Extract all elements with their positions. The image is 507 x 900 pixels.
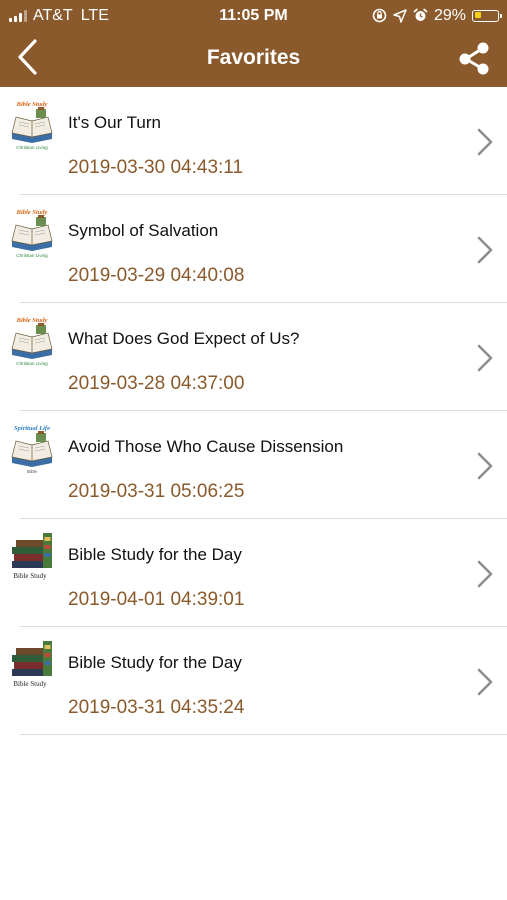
page-title: Favorites: [206, 46, 301, 69]
thumb-label-top: Spiritual Life: [14, 425, 50, 432]
battery-percentage: 29%: [433, 7, 466, 24]
thumb-label-top: Bible Study: [16, 209, 48, 216]
favorite-title: Symbol of Salvation: [68, 221, 219, 240]
chevron-left-icon: [18, 39, 37, 75]
chevron-right-icon: [477, 128, 493, 156]
thumb-label-bottom: Christian Living: [16, 145, 48, 150]
thumb-label-bottom: Bible Study: [13, 572, 47, 580]
favorite-title: Bible Study for the Day: [68, 545, 242, 564]
favorite-date: 2019-03-29 04:40:08: [68, 265, 245, 286]
favorite-title: Avoid Those Who Cause Dissension: [68, 437, 344, 456]
favorite-title: It's Our Turn: [68, 113, 161, 132]
favorite-list-item[interactable]: Bible Study Bible Study for the Day 2019…: [0, 627, 507, 735]
bible-study-christian-living-icon: Bible Study Christian Living: [8, 315, 56, 367]
favorite-date: 2019-03-31 05:06:25: [68, 481, 245, 502]
thumb-label-bottom: Christian Living: [16, 361, 48, 366]
thumb-label-top: Bible Study: [16, 317, 48, 324]
back-button[interactable]: [6, 35, 48, 79]
alarm-clock-icon: [413, 8, 428, 21]
favorite-list-item[interactable]: Bible Study Bible Study for the Day 2019…: [0, 519, 507, 627]
status-bar: AT&T LTE 11:05 PM 29%: [0, 0, 507, 31]
thumb-label-top: Bible Study: [16, 101, 48, 108]
share-button[interactable]: [453, 35, 497, 81]
favorites-screen: AT&T LTE 11:05 PM 29% Favorites Bible St…: [0, 0, 507, 900]
bible-study-christian-living-icon: Bible Study Christian Living: [8, 99, 56, 151]
favorite-date: 2019-03-30 04:43:11: [68, 157, 244, 178]
favorite-date: 2019-04-01 04:39:01: [68, 589, 245, 610]
battery-fill: [474, 12, 481, 18]
chevron-right-icon: [477, 344, 493, 372]
favorite-list-item[interactable]: Bible Study Christian Living What Does Go…: [0, 303, 507, 411]
status-right: 29%: [372, 0, 502, 31]
navigation-bar: Favorites: [0, 31, 507, 87]
row-divider: [20, 733, 507, 735]
stacked-books-bible-study-icon: Bible Study: [8, 531, 56, 583]
favorite-list-item[interactable]: Bible Study Christian Living Symbol of Sa…: [0, 195, 507, 303]
chevron-right-icon: [477, 452, 493, 480]
favorites-list: Bible Study Christian Living It's Our Tur…: [0, 87, 507, 735]
share-icon: [459, 42, 489, 75]
chevron-right-icon: [477, 560, 493, 588]
stacked-books-bible-study-icon: Bible Study: [8, 639, 56, 691]
favorite-title: What Does God Expect of Us?: [68, 329, 300, 348]
header: AT&T LTE 11:05 PM 29% Favorites: [0, 0, 507, 87]
thumb-label-bottom: Christian Living: [16, 253, 48, 258]
bible-study-christian-living-icon: Bible Study Christian Living: [8, 207, 56, 259]
screen-lock-icon: [372, 8, 387, 23]
thumb-label-bottom: Bible: [27, 469, 38, 474]
favorite-date: 2019-03-28 04:37:00: [68, 373, 245, 394]
thumb-label-bottom: Bible Study: [13, 680, 47, 688]
location-arrow-icon: [393, 8, 407, 23]
favorite-list-item[interactable]: Spiritual Life Bible Avoid Those Who Caus…: [0, 411, 507, 519]
favorite-date: 2019-03-31 04:35:24: [68, 697, 245, 718]
favorite-title: Bible Study for the Day: [68, 653, 242, 672]
chevron-right-icon: [477, 236, 493, 264]
battery-icon: [472, 9, 502, 22]
chevron-right-icon: [477, 668, 493, 696]
favorite-list-item[interactable]: Bible Study Christian Living It's Our Tur…: [0, 87, 507, 195]
spiritual-life-bible-icon: Spiritual Life Bible: [8, 423, 56, 475]
